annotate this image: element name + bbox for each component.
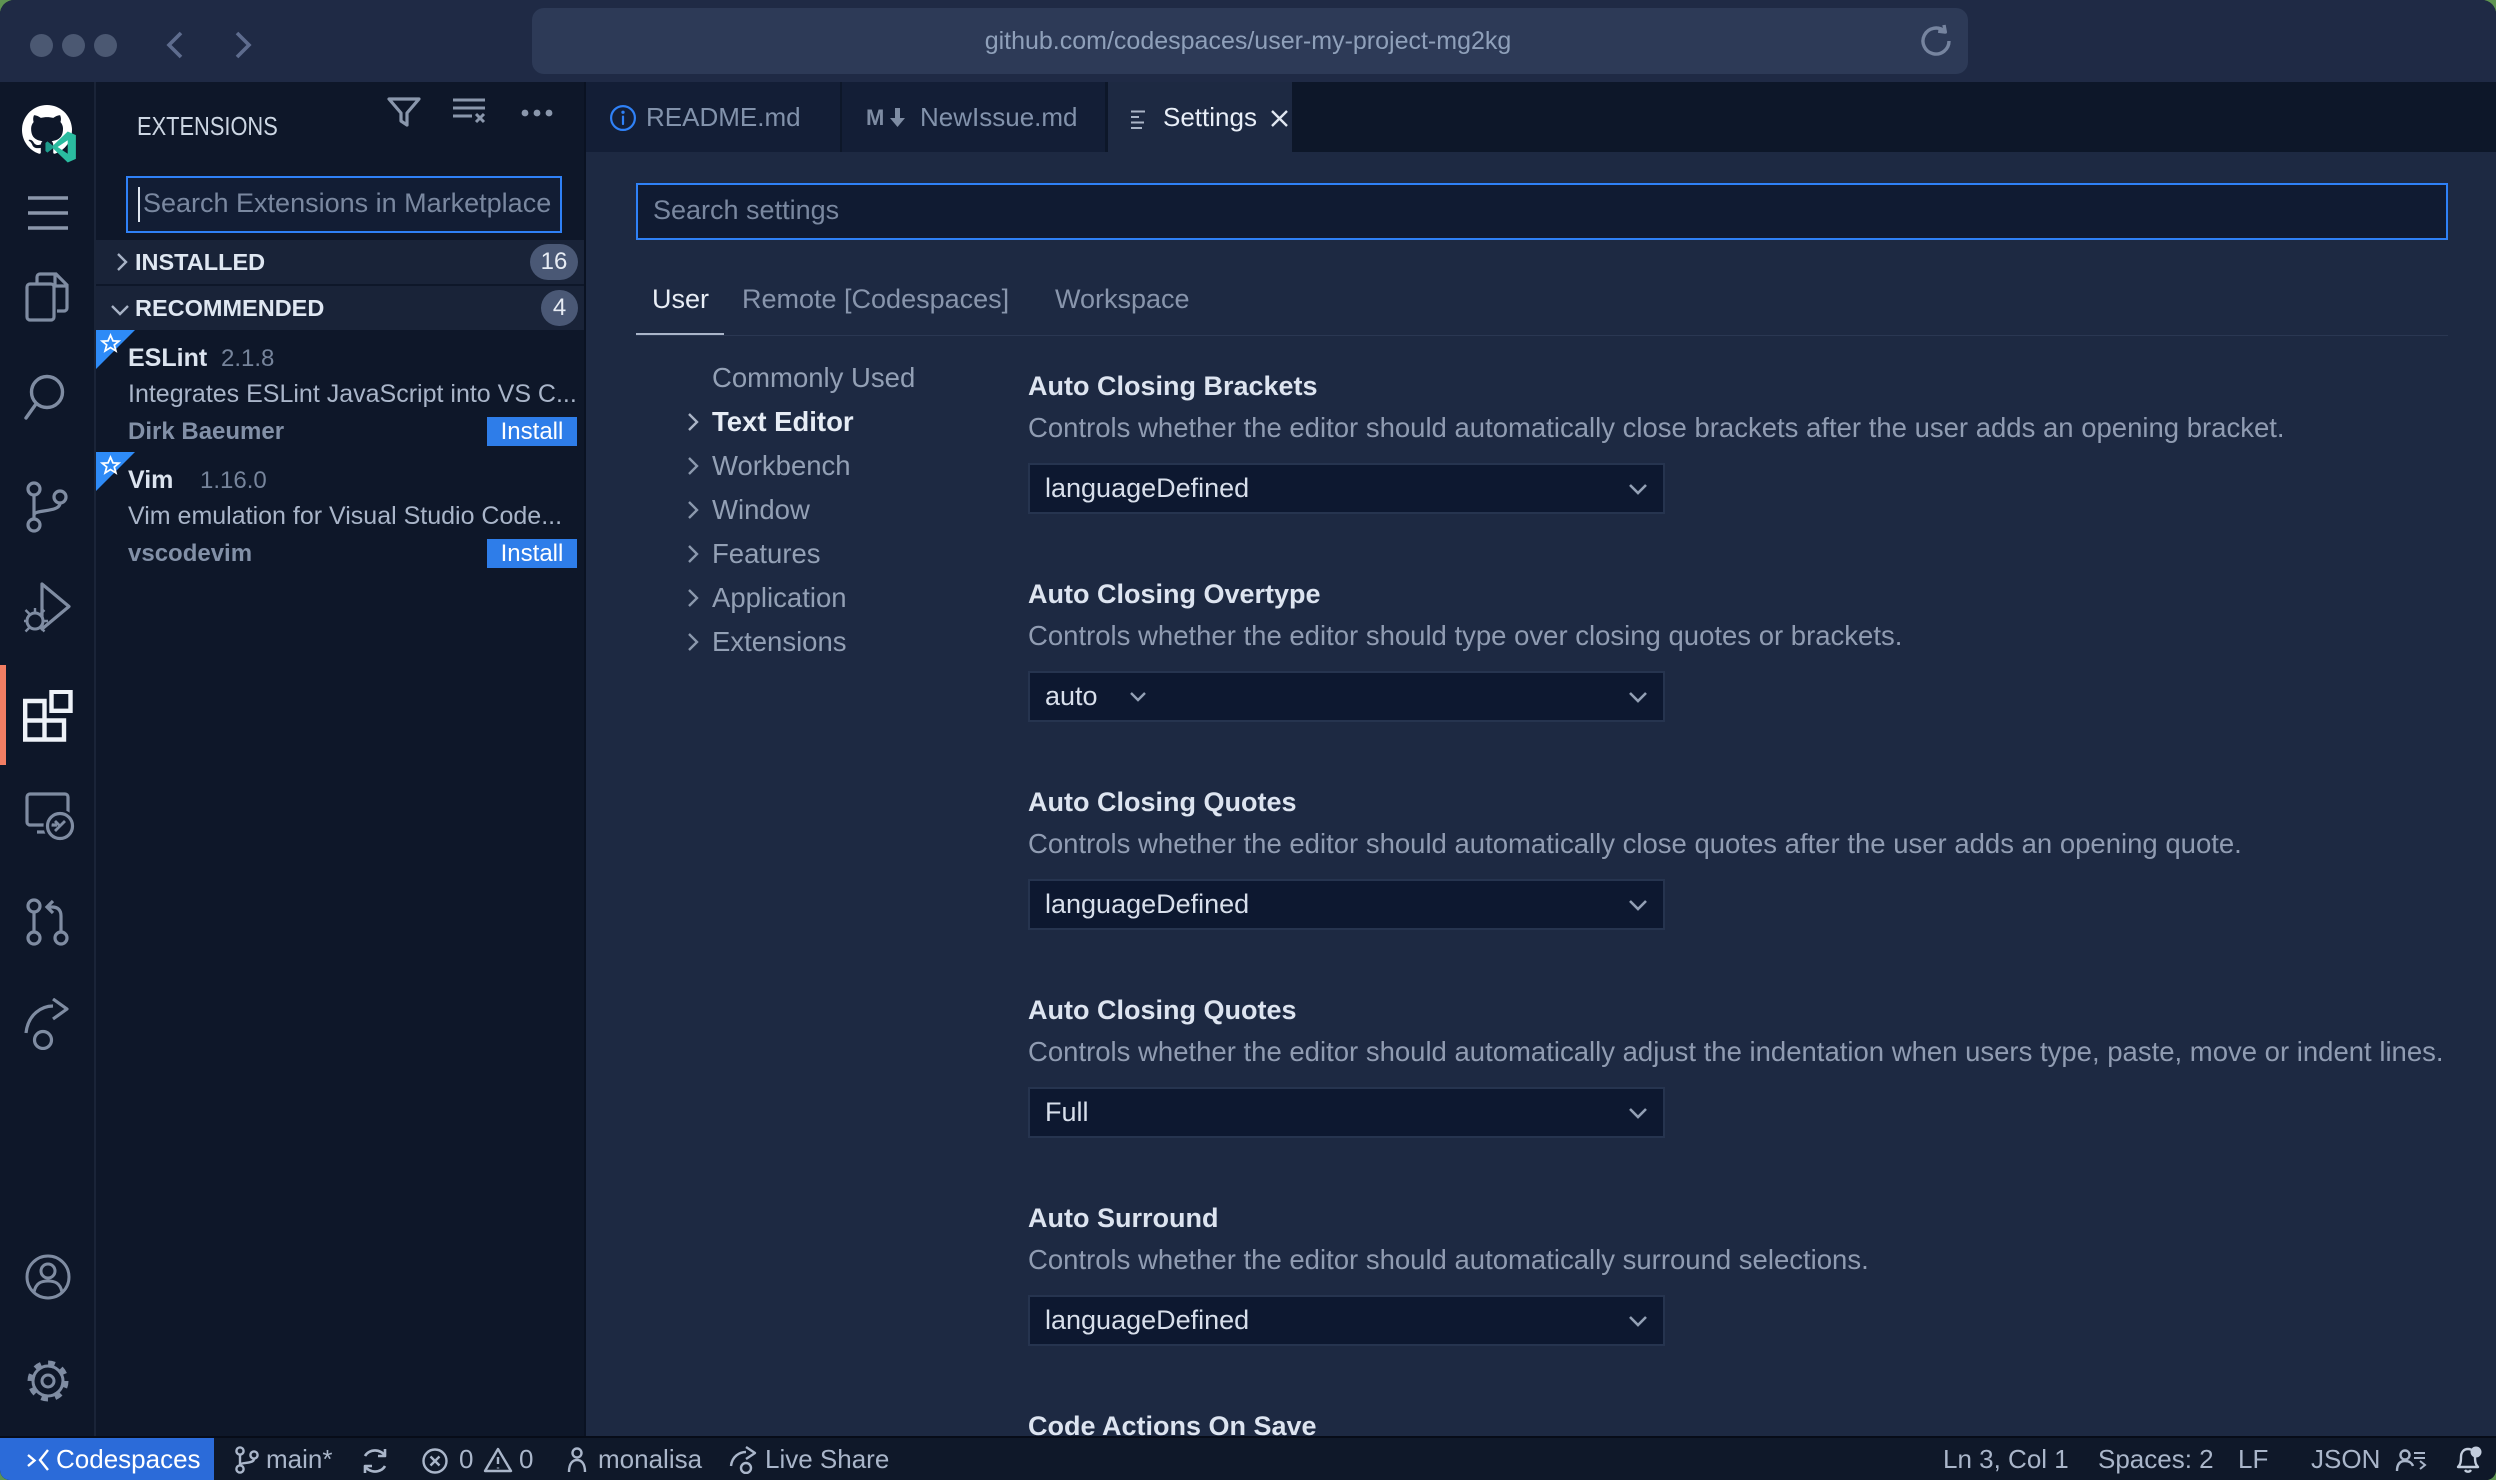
svg-text:M: M [866, 105, 884, 130]
